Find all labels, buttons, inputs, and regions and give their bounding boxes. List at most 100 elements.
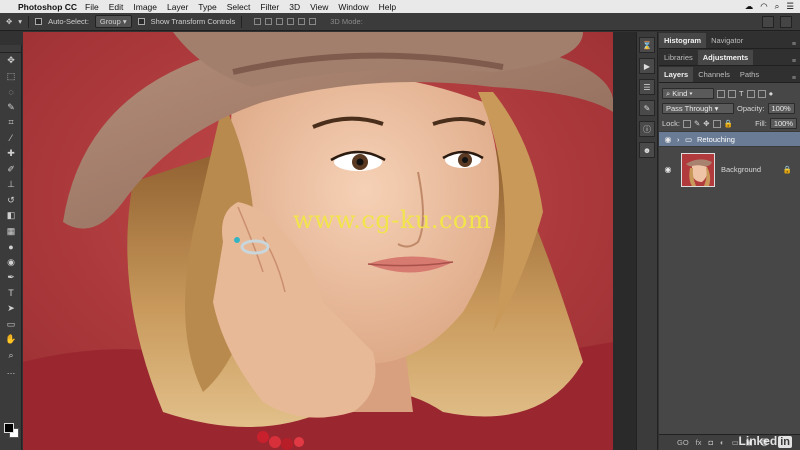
foreground-color-swatch[interactable]: [4, 423, 14, 433]
layer-name[interactable]: Retouching: [697, 135, 735, 144]
info-panel-icon[interactable]: ⓘ: [639, 121, 655, 137]
shape-filter-icon[interactable]: [746, 89, 755, 98]
auto-select-dropdown[interactable]: Group ▾: [94, 15, 132, 28]
lasso-tool-icon[interactable]: ◌: [0, 84, 22, 100]
lock-all-icon[interactable]: 🔒: [724, 119, 733, 128]
move-tool-icon[interactable]: ✥: [0, 53, 22, 69]
align-top-icon[interactable]: [254, 18, 262, 25]
layer-row-background[interactable]: ◉ Background 🔒: [659, 146, 800, 192]
more-tools-icon[interactable]: …: [0, 363, 22, 379]
lock-position-icon[interactable]: ✥: [703, 119, 709, 128]
creative-cloud-icon[interactable]: ☁: [745, 1, 754, 12]
menu-view[interactable]: View: [310, 2, 328, 12]
lock-image-icon[interactable]: ✎: [694, 119, 700, 128]
rectangle-tool-icon[interactable]: ▭: [0, 317, 22, 333]
lock-artboard-icon[interactable]: [712, 119, 721, 128]
align-middle-icon[interactable]: [265, 18, 273, 25]
adjustment-filter-icon[interactable]: [728, 89, 736, 98]
menu-file[interactable]: File: [85, 2, 99, 12]
layer-row-group[interactable]: ◉ › ▭ Retouching: [659, 131, 800, 146]
tab-histogram[interactable]: Histogram: [659, 33, 707, 48]
search-workspace-icon[interactable]: [762, 15, 774, 28]
document-canvas[interactable]: www.cg-ku.com: [23, 32, 636, 450]
people-panel-icon[interactable]: ☻: [639, 142, 655, 158]
lock-transparent-icon[interactable]: [682, 119, 691, 128]
kind-label: Kind: [672, 89, 688, 98]
menu-help[interactable]: Help: [379, 2, 396, 12]
pen-tool-icon[interactable]: ✒: [0, 270, 22, 286]
properties-panel-icon[interactable]: ☰: [639, 79, 655, 95]
align-center-icon[interactable]: [298, 18, 306, 25]
actions-panel-icon[interactable]: ▶: [639, 58, 655, 74]
opacity-field[interactable]: 100%: [767, 103, 795, 114]
menu-window[interactable]: Window: [338, 2, 368, 12]
libraries-adjustments-tabs: Libraries Adjustments ≡: [659, 49, 800, 66]
auto-select-value: Group: [99, 17, 121, 26]
tab-channels[interactable]: Channels: [693, 67, 735, 82]
menu-edit[interactable]: Edit: [109, 2, 124, 12]
history-brush-tool-icon[interactable]: ↺: [0, 193, 22, 209]
hand-tool-icon[interactable]: ✋: [0, 332, 22, 348]
panel-menu-icon[interactable]: ≡: [792, 41, 800, 48]
wifi-icon[interactable]: ◠: [760, 1, 767, 12]
clone-stamp-tool-icon[interactable]: ⊥: [0, 177, 22, 193]
fx-icon[interactable]: fx: [696, 438, 702, 447]
fill-field[interactable]: 100%: [769, 118, 797, 129]
smart-object-filter-icon[interactable]: [757, 89, 766, 98]
spotlight-search-icon[interactable]: ⌕: [775, 1, 780, 12]
adjustment-layer-icon[interactable]: ◐: [720, 438, 725, 447]
notification-list-icon[interactable]: ☰: [786, 1, 794, 12]
quick-selection-tool-icon[interactable]: ✎: [0, 100, 22, 116]
transform-controls-checkbox[interactable]: [137, 18, 145, 25]
menu-select[interactable]: Select: [227, 2, 251, 12]
align-bottom-icon[interactable]: [276, 18, 284, 25]
add-mask-icon[interactable]: ◘: [709, 438, 714, 447]
history-panel-icon[interactable]: ⌛: [639, 37, 655, 53]
menu-filter[interactable]: Filter: [260, 2, 279, 12]
align-left-icon[interactable]: [287, 18, 295, 25]
align-right-icon[interactable]: [309, 18, 317, 25]
workspace-switcher-icon[interactable]: [780, 15, 792, 28]
tools-panel: ✥ ⬚ ◌ ✎ ⌗ ⁄ ✚ ✐ ⊥ ↺ ◧ ▦ ● ◉ ✒ T ➤ ▭ ✋ ⌕ …: [0, 45, 22, 450]
marquee-tool-icon[interactable]: ⬚: [0, 69, 22, 85]
tab-layers[interactable]: Layers: [659, 67, 694, 82]
type-tool-icon[interactable]: T: [0, 286, 22, 302]
group-expand-chevron-icon[interactable]: ›: [677, 135, 685, 144]
dodge-tool-icon[interactable]: ◉: [0, 255, 22, 271]
type-filter-icon[interactable]: T: [739, 89, 744, 98]
tab-navigator[interactable]: Navigator: [706, 33, 748, 48]
panel-menu-icon[interactable]: ≡: [792, 75, 800, 82]
tab-adjustments[interactable]: Adjustments: [697, 50, 754, 65]
gradient-tool-icon[interactable]: ▦: [0, 224, 22, 240]
tool-preset-chevron-icon[interactable]: ▾: [18, 17, 22, 26]
layer-name[interactable]: Background: [721, 165, 761, 174]
eraser-tool-icon[interactable]: ◧: [0, 208, 22, 224]
menu-type[interactable]: Type: [198, 2, 216, 12]
blend-row: Pass Through ▾ Opacity: 100%: [662, 101, 797, 116]
crop-tool-icon[interactable]: ⌗: [0, 115, 22, 131]
panel-menu-icon[interactable]: ≡: [792, 58, 800, 65]
brush-tool-icon[interactable]: ✐: [0, 162, 22, 178]
pixel-filter-icon[interactable]: [717, 89, 725, 98]
auto-select-checkbox[interactable]: [35, 18, 43, 25]
app-name-menu[interactable]: Photoshop CC: [18, 2, 77, 12]
blend-mode-dropdown[interactable]: Pass Through ▾: [662, 103, 734, 114]
eyedropper-tool-icon[interactable]: ⁄: [0, 131, 22, 147]
kind-filter-dropdown[interactable]: ⌕ Kind ▾: [662, 88, 714, 99]
visibility-eye-icon[interactable]: ◉: [659, 135, 677, 144]
toolbar-grip[interactable]: [0, 45, 21, 53]
filter-toggle-icon[interactable]: ●: [769, 89, 774, 98]
menu-image[interactable]: Image: [133, 2, 157, 12]
brush-settings-icon[interactable]: ✎: [639, 100, 655, 116]
visibility-eye-icon[interactable]: ◉: [659, 165, 677, 174]
move-tool-icon[interactable]: ✥: [6, 17, 12, 26]
tab-paths[interactable]: Paths: [735, 67, 764, 82]
menu-layer[interactable]: Layer: [167, 2, 188, 12]
blur-tool-icon[interactable]: ●: [0, 239, 22, 255]
menu-3d[interactable]: 3D: [289, 2, 300, 12]
tab-libraries[interactable]: Libraries: [659, 50, 698, 65]
zoom-tool-icon[interactable]: ⌕: [0, 348, 22, 364]
healing-brush-tool-icon[interactable]: ✚: [0, 146, 22, 162]
link-layers-icon[interactable]: GO: [677, 438, 689, 447]
path-selection-tool-icon[interactable]: ➤: [0, 301, 22, 317]
